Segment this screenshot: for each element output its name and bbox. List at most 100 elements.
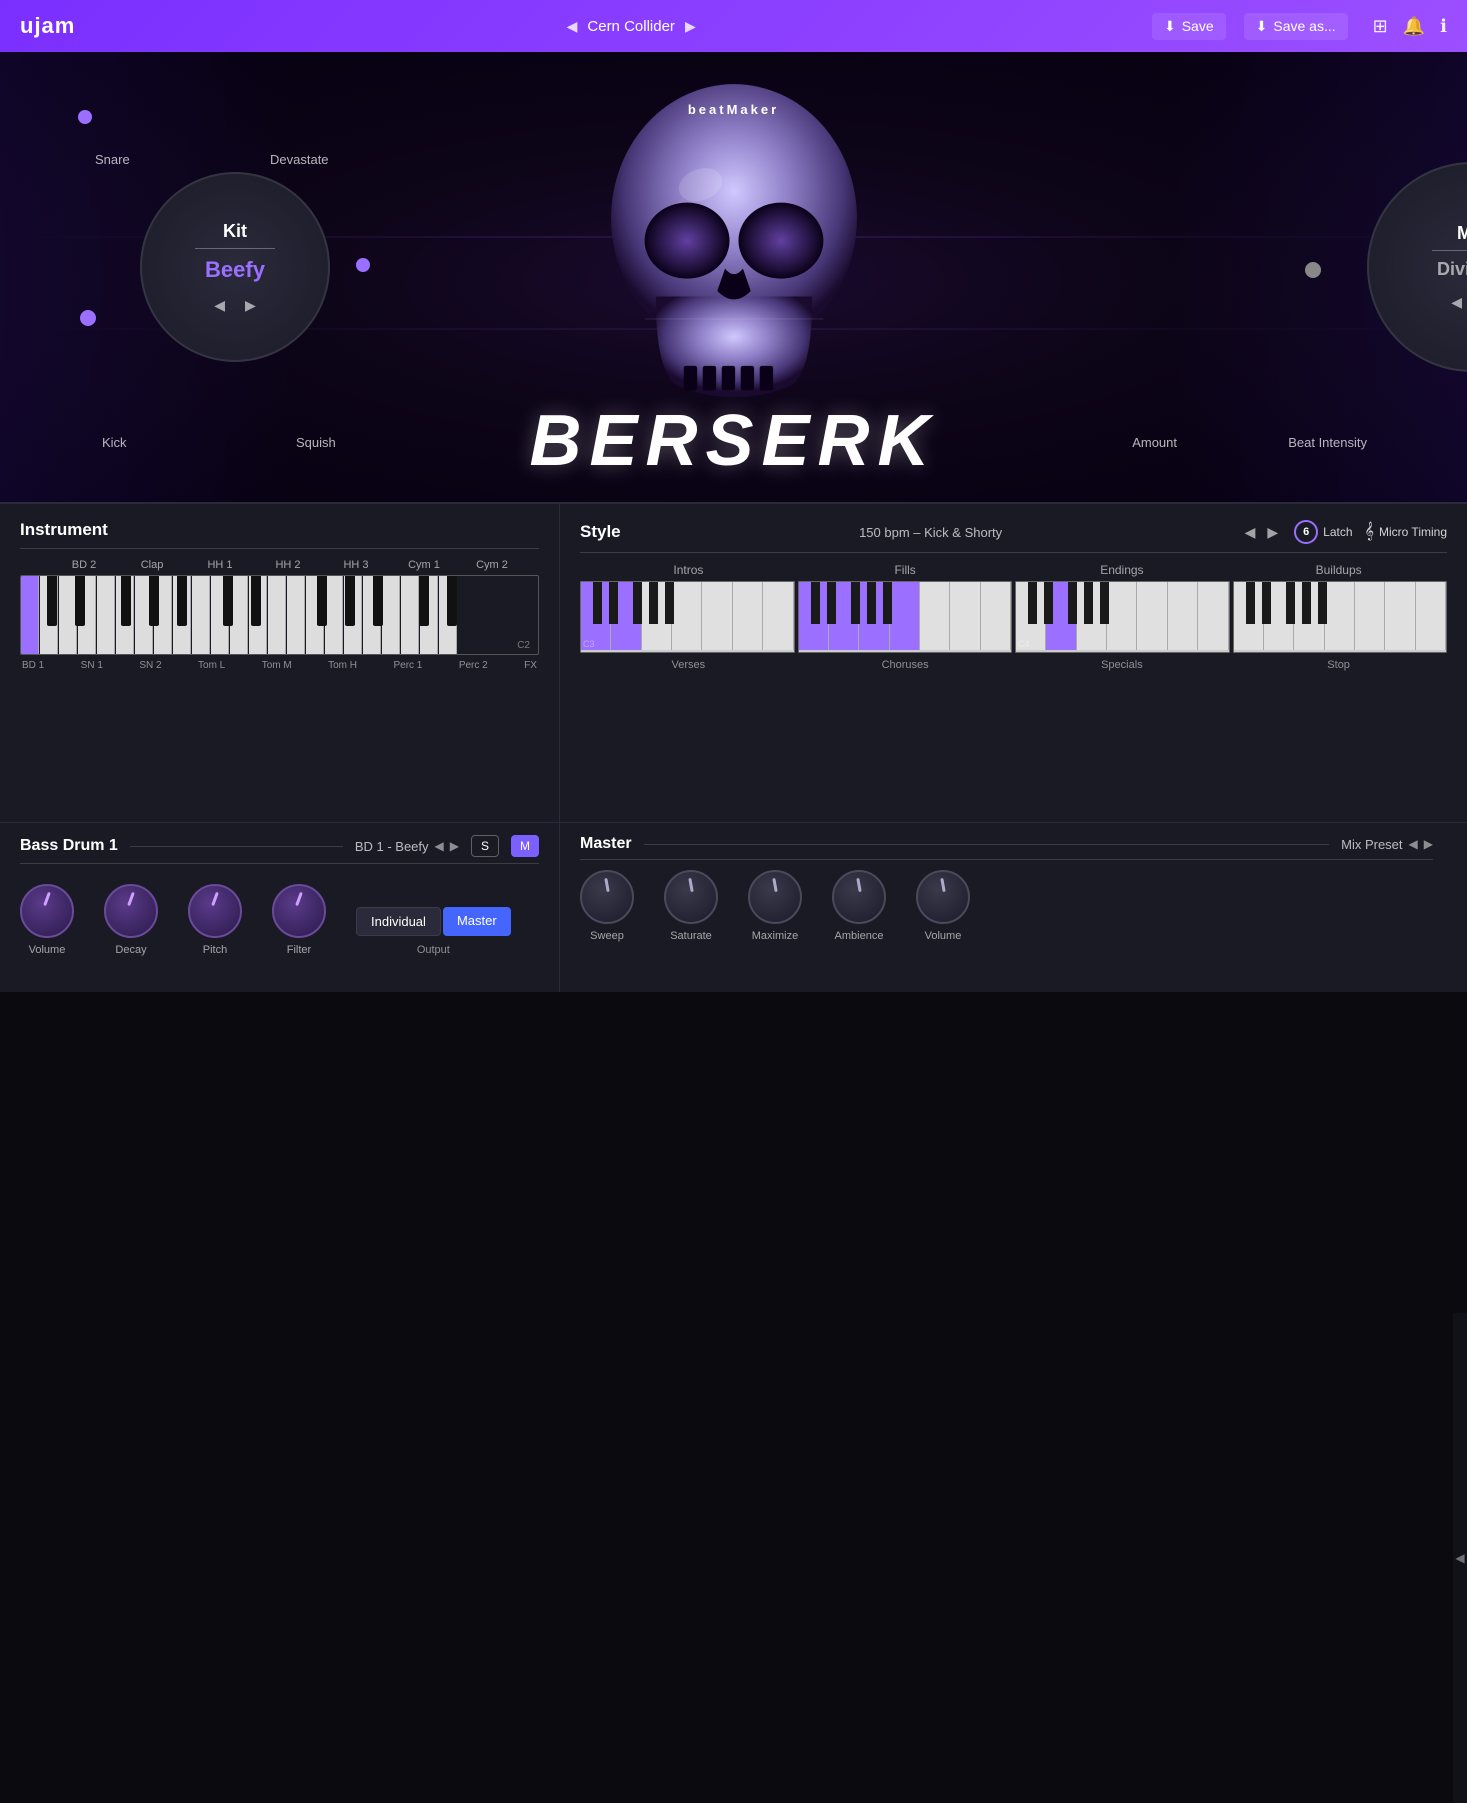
inst-label-cym1: Cym 1 bbox=[390, 559, 458, 571]
kit-dial-arrows: ◀ ▶ bbox=[214, 297, 256, 314]
pitch-label: Pitch bbox=[203, 944, 227, 956]
preset-next-arrow[interactable]: ▶ bbox=[685, 18, 696, 35]
maximize-knob[interactable] bbox=[748, 870, 802, 924]
key-w20[interactable] bbox=[382, 576, 400, 654]
solo-button[interactable]: S bbox=[471, 835, 499, 857]
black-key-7[interactable] bbox=[251, 576, 261, 626]
key-w10[interactable] bbox=[192, 576, 210, 654]
fill-key-4[interactable] bbox=[890, 582, 920, 650]
individual-button[interactable]: Individual bbox=[356, 907, 441, 936]
black-key-3[interactable] bbox=[121, 576, 131, 626]
ending-key-7[interactable] bbox=[1198, 582, 1228, 650]
intro-key-6[interactable] bbox=[733, 582, 763, 650]
mix-prev-arrow[interactable]: ◀ bbox=[1451, 294, 1462, 311]
key-w5[interactable] bbox=[97, 576, 115, 654]
micro-timing-button[interactable]: 𝄞 Micro Timing bbox=[1365, 523, 1447, 541]
key-w15[interactable] bbox=[287, 576, 305, 654]
toml-label: Tom L bbox=[198, 660, 225, 671]
black-key-2[interactable] bbox=[75, 576, 85, 626]
buildups-keyboard[interactable] bbox=[1233, 581, 1448, 653]
output-toggle: Individual Master bbox=[356, 907, 511, 936]
expand-icon[interactable]: ⊞ bbox=[1373, 16, 1388, 37]
master-volume-label: Volume bbox=[925, 930, 962, 942]
black-key-12[interactable] bbox=[447, 576, 457, 626]
kick-label: Kick bbox=[102, 435, 127, 450]
instrument-keyboard[interactable]: C2 ··· bbox=[20, 575, 539, 655]
filter-label: Filter bbox=[287, 944, 311, 956]
style-next-arrow[interactable]: ▶ bbox=[1263, 522, 1282, 543]
master-volume-knob-item: Volume bbox=[916, 870, 970, 942]
key-w14[interactable] bbox=[268, 576, 286, 654]
kit-prev-arrow[interactable]: ◀ bbox=[214, 297, 225, 314]
ending-key-5[interactable] bbox=[1137, 582, 1167, 650]
save-button[interactable]: ⬇ Save bbox=[1152, 13, 1226, 40]
volume-knob-item: Volume bbox=[20, 884, 74, 956]
mix-dial-title: Mix bbox=[1457, 223, 1467, 244]
notification-icon[interactable]: 🔔 bbox=[1403, 16, 1425, 37]
buildup-key-4[interactable] bbox=[1325, 582, 1355, 650]
intro-key-5[interactable] bbox=[702, 582, 732, 650]
black-key-1[interactable] bbox=[47, 576, 57, 626]
black-key-10[interactable] bbox=[373, 576, 383, 626]
filter-knob[interactable] bbox=[272, 884, 326, 938]
intro-key-7[interactable] bbox=[763, 582, 793, 650]
black-key-5[interactable] bbox=[177, 576, 187, 626]
intros-keyboard[interactable]: C3 bbox=[580, 581, 795, 653]
mix-prev-arrow[interactable]: ◀ bbox=[1409, 837, 1418, 851]
bass-panel-divider bbox=[20, 863, 539, 864]
volume-knob[interactable] bbox=[20, 884, 74, 938]
bd-prev-arrow[interactable]: ◀ bbox=[435, 839, 444, 853]
pitch-knob[interactable] bbox=[188, 884, 242, 938]
ending-key-4[interactable] bbox=[1107, 582, 1137, 650]
info-icon[interactable]: ℹ bbox=[1440, 16, 1447, 37]
scroll-arrow[interactable]: ◀ bbox=[1455, 1551, 1464, 1565]
kit-dial[interactable]: Kit Beefy ◀ ▶ bbox=[140, 172, 330, 362]
skull-image bbox=[564, 73, 904, 453]
buildup-key-5[interactable] bbox=[1355, 582, 1385, 650]
fill-key-7[interactable] bbox=[981, 582, 1011, 650]
black-key-9[interactable] bbox=[345, 576, 355, 626]
preset-prev-arrow[interactable]: ◀ bbox=[567, 18, 578, 35]
label-specials: Specials bbox=[1014, 659, 1231, 671]
intro-black-2 bbox=[609, 582, 618, 624]
key-bd2[interactable] bbox=[21, 576, 39, 654]
buildup-key-6[interactable] bbox=[1385, 582, 1415, 650]
black-key-4[interactable] bbox=[149, 576, 159, 626]
save-as-button[interactable]: ⬇ Save as... bbox=[1244, 13, 1348, 40]
latch-button[interactable]: 6 Latch bbox=[1294, 520, 1352, 544]
hero-section: beatMaker Snare Devastate Kick Squish Am… bbox=[0, 52, 1467, 512]
buildup-key-7[interactable] bbox=[1416, 582, 1446, 650]
bottom-note-labels: BD 1 SN 1 SN 2 Tom L Tom M Tom H Perc 1 … bbox=[20, 660, 539, 671]
decay-knob[interactable] bbox=[104, 884, 158, 938]
ambience-knob[interactable] bbox=[832, 870, 886, 924]
ending-key-6[interactable] bbox=[1168, 582, 1198, 650]
lower-section: Bass Drum 1 BD 1 - Beefy ◀ ▶ S M Volume bbox=[0, 822, 1467, 992]
saturate-label: Saturate bbox=[670, 930, 712, 942]
black-key-8[interactable] bbox=[317, 576, 327, 626]
black-key-6[interactable] bbox=[223, 576, 233, 626]
instrument-title: Instrument bbox=[20, 520, 539, 540]
kit-next-arrow[interactable]: ▶ bbox=[245, 297, 256, 314]
style-prev-arrow[interactable]: ◀ bbox=[1241, 522, 1260, 543]
top-right-icons: ⊞ 🔔 ℹ bbox=[1373, 16, 1447, 37]
fill-key-5[interactable] bbox=[920, 582, 950, 650]
sweep-knob[interactable] bbox=[580, 870, 634, 924]
bd-next-arrow[interactable]: ▶ bbox=[450, 839, 459, 853]
master-button[interactable]: Master bbox=[443, 907, 511, 936]
saturate-knob[interactable] bbox=[664, 870, 718, 924]
black-key-11[interactable] bbox=[419, 576, 429, 626]
endings-keyboard[interactable]: C4 bbox=[1015, 581, 1230, 653]
key-w17[interactable] bbox=[325, 576, 343, 654]
key-w21[interactable] bbox=[401, 576, 419, 654]
mix-next-arrow[interactable]: ▶ bbox=[1424, 837, 1433, 851]
fill-key-6[interactable] bbox=[950, 582, 980, 650]
master-volume-knob[interactable] bbox=[916, 870, 970, 924]
latch-circle: 6 bbox=[1294, 520, 1318, 544]
master-panel-divider bbox=[644, 844, 1330, 845]
fills-keyboard[interactable] bbox=[798, 581, 1013, 653]
amount-label: Amount bbox=[1132, 435, 1177, 450]
intro-key-4[interactable] bbox=[672, 582, 702, 650]
kit-dial-title: Kit bbox=[223, 221, 247, 242]
mute-button[interactable]: M bbox=[511, 835, 539, 857]
master-knobs: Sweep Saturate Maximize Ambience Volume bbox=[580, 870, 1433, 942]
